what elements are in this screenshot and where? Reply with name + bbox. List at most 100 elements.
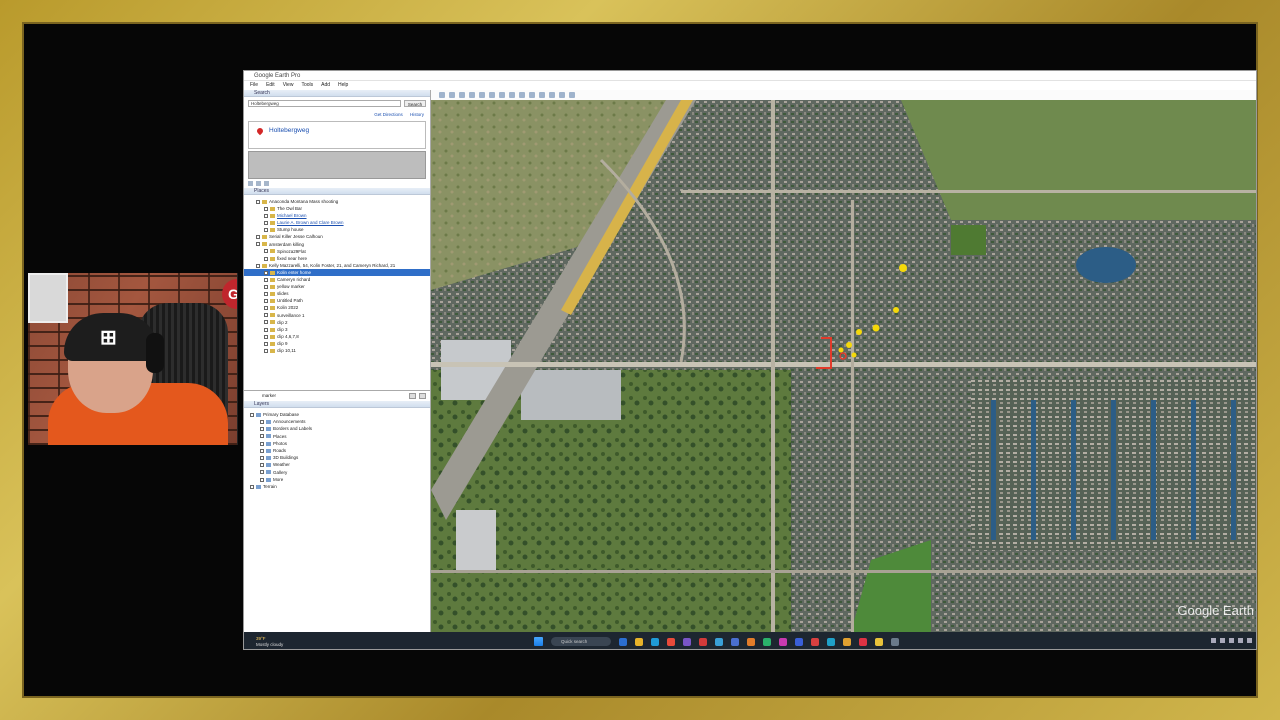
menu-view[interactable]: View (283, 81, 294, 90)
places-item-checkbox[interactable] (264, 341, 268, 346)
layers-item-checkbox[interactable] (260, 463, 264, 468)
email-icon[interactable] (539, 92, 545, 98)
places-item-checkbox[interactable] (256, 235, 260, 240)
layers-item[interactable]: Weather (244, 461, 430, 468)
places-item[interactable]: clip 2 (244, 319, 430, 326)
places-item[interactable]: Kelly Mazzarelli, 54, Kolin Foster, 21, … (244, 262, 430, 269)
search-result-title[interactable]: Holtebergweg (255, 126, 419, 135)
places-item[interactable]: Cameryn richard (244, 276, 430, 283)
places-item[interactable]: fixed near here (244, 255, 430, 262)
app-icon-14[interactable] (891, 637, 899, 646)
app-icon-9[interactable] (811, 637, 819, 646)
menu-edit[interactable]: Edit (266, 81, 275, 90)
task-view-icon[interactable] (619, 637, 627, 646)
app-icon-8[interactable] (795, 637, 803, 646)
layers-item-checkbox[interactable] (260, 427, 264, 432)
app-icon-10[interactable] (827, 637, 835, 646)
layers-item[interactable]: Terrain (244, 483, 430, 490)
add-overlay-icon[interactable] (479, 92, 485, 98)
places-panel-header[interactable]: Places (244, 188, 430, 195)
close-icon[interactable] (264, 181, 269, 186)
layers-item[interactable]: Roads (244, 447, 430, 454)
places-item[interactable]: clip 9 (244, 340, 430, 347)
wifi-icon[interactable] (1220, 638, 1225, 643)
add-path-icon[interactable] (469, 92, 475, 98)
places-item[interactable]: The Owl Bar (244, 205, 430, 212)
places-item-checkbox[interactable] (256, 263, 260, 268)
places-item-checkbox[interactable] (264, 334, 268, 339)
places-item-checkbox[interactable] (264, 292, 268, 297)
layers-item[interactable]: Places (244, 433, 430, 440)
places-item-checkbox[interactable] (264, 256, 268, 261)
planets-icon[interactable] (519, 92, 525, 98)
places-item[interactable]: Serial Killer Jesse Calhoun (244, 233, 430, 240)
app-icon-11[interactable] (843, 637, 851, 646)
places-item[interactable]: clip 4,6,7,8 (244, 333, 430, 340)
get-directions-link[interactable]: Get Directions (374, 112, 403, 117)
move-up-icon[interactable] (409, 393, 416, 399)
start-button-icon[interactable] (534, 637, 543, 646)
layers-item-checkbox[interactable] (260, 434, 264, 439)
places-item-checkbox[interactable] (256, 242, 260, 247)
layers-item[interactable]: 3D Buildings (244, 454, 430, 461)
tray-chevron-icon[interactable] (1211, 638, 1216, 643)
places-item-checkbox[interactable] (264, 327, 268, 332)
layers-item-checkbox[interactable] (260, 441, 264, 446)
app-icon-3[interactable] (715, 637, 723, 646)
ruler-icon[interactable] (529, 92, 535, 98)
add-placemark-icon[interactable] (449, 92, 455, 98)
layers-panel-header[interactable]: Layers (244, 401, 430, 408)
save-image-icon[interactable] (559, 92, 565, 98)
app-icon-1[interactable] (683, 637, 691, 646)
layers-item-checkbox[interactable] (250, 484, 254, 489)
places-item-checkbox[interactable] (264, 270, 268, 275)
places-item[interactable]: Untitled Path (244, 297, 430, 304)
places-item-checkbox[interactable] (264, 277, 268, 282)
places-item[interactable]: Kolin 2022 (244, 304, 430, 311)
add-polygon-icon[interactable] (459, 92, 465, 98)
layers-item[interactable]: More (244, 476, 430, 483)
places-item-checkbox[interactable] (264, 221, 268, 226)
print-icon[interactable] (248, 181, 253, 186)
weather-widget[interactable]: 39°F Mostly cloudy (244, 636, 364, 648)
move-down-icon[interactable] (419, 393, 426, 399)
places-item-checkbox[interactable] (264, 206, 268, 211)
places-item-checkbox[interactable] (264, 249, 268, 254)
layers-item-checkbox[interactable] (260, 455, 264, 460)
layers-item-checkbox[interactable] (260, 477, 264, 482)
sunlight-icon[interactable] (509, 92, 515, 98)
layers-item[interactable]: Primary Database (244, 411, 430, 418)
print-icon[interactable] (549, 92, 555, 98)
satellite-map-view[interactable]: Google Earth (431, 100, 1256, 632)
app-icon-4[interactable] (731, 637, 739, 646)
chrome-icon[interactable] (667, 637, 675, 646)
places-item[interactable]: Kolin enter home (244, 268, 430, 277)
menu-tools[interactable]: Tools (301, 81, 313, 90)
view-in-maps-icon[interactable] (569, 92, 575, 98)
places-item-checkbox[interactable] (264, 299, 268, 304)
search-input[interactable] (248, 100, 401, 107)
layers-item-checkbox[interactable] (260, 470, 264, 475)
places-item-checkbox[interactable] (256, 199, 260, 204)
places-item[interactable]: surveillance 1 (244, 312, 430, 319)
places-item-checkbox[interactable] (264, 214, 268, 218)
layers-item[interactable]: Gallery (244, 469, 430, 476)
edge-icon[interactable] (651, 637, 659, 646)
email-icon[interactable] (256, 181, 261, 186)
taskbar-search[interactable]: Quick search (551, 637, 611, 646)
menu-help[interactable]: Help (338, 81, 348, 90)
hide-sidebar-icon[interactable] (439, 92, 445, 98)
places-item-checkbox[interactable] (264, 313, 268, 318)
search-panel-header[interactable]: Search (244, 90, 430, 97)
app-icon-2[interactable] (699, 637, 707, 646)
search-button[interactable]: Search (404, 100, 426, 107)
places-item[interactable]: Anaconda Montana Mass shooting (244, 198, 430, 205)
app-icon-7[interactable] (779, 637, 787, 646)
places-item[interactable]: Michael Brown (244, 212, 430, 219)
menu-file[interactable]: File (250, 81, 258, 90)
app-icon-12[interactable] (859, 637, 867, 646)
places-item[interactable]: Stump house (244, 226, 430, 233)
places-item[interactable]: yellow marker (244, 283, 430, 290)
places-item-checkbox[interactable] (264, 284, 268, 289)
places-item[interactable]: clip 3 (244, 326, 430, 333)
